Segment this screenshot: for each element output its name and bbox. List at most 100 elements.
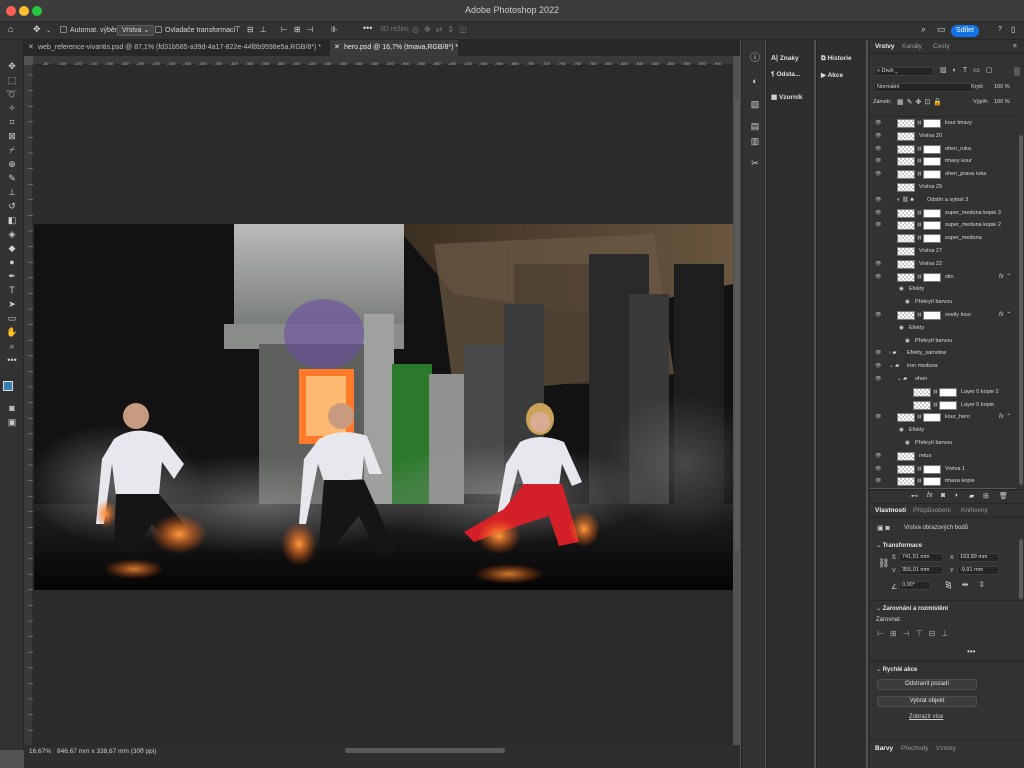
adjustment-layer-icon[interactable]: ◐ xyxy=(955,492,959,499)
visibility-eye-icon[interactable]: 👁 xyxy=(875,363,881,369)
visibility-eye-icon[interactable]: 👁 xyxy=(875,350,881,356)
zoom-tool-icon[interactable]: ⌕ xyxy=(5,340,19,352)
mask-link-icon[interactable]: ⛓ xyxy=(917,478,922,483)
rectangle-tool-icon[interactable]: ▭ xyxy=(5,312,19,324)
mask-link-icon[interactable]: ⛓ xyxy=(933,402,938,407)
layer-row[interactable]: 👁 ⌄ ▰ iron meduna xyxy=(869,360,1017,373)
visibility-eye-icon[interactable]: 👁 xyxy=(875,171,881,177)
close-tab-icon[interactable]: ✕ xyxy=(334,40,340,56)
edit-toolbar-icon[interactable]: ••• xyxy=(5,354,19,366)
layers-scrollbar[interactable] xyxy=(1019,135,1023,485)
x-field[interactable]: 193,89 mm xyxy=(957,553,999,562)
layer-row[interactable]: 👁 ⛓ kour_hero fx ⌃ xyxy=(869,411,1017,424)
quick-mask-icon[interactable]: ◙ xyxy=(5,402,19,414)
tools-icon[interactable]: ✂ xyxy=(748,157,762,169)
tab-libraries[interactable]: Knihovny xyxy=(961,507,988,514)
blur-tool-icon[interactable]: ◆ xyxy=(5,242,19,254)
pen-tool-icon[interactable]: ✒ xyxy=(5,270,19,282)
eyedropper-tool-icon[interactable]: ⌿ xyxy=(5,144,19,156)
layer-filter-icons[interactable]: ▨◐T▭▢ xyxy=(940,66,998,74)
add-mask-icon[interactable]: ◙ xyxy=(941,492,945,499)
transform-section[interactable]: Transformace xyxy=(876,542,922,549)
zoom-level[interactable]: 16,67% xyxy=(29,748,51,755)
layer-mask-thumbnail[interactable] xyxy=(923,157,941,167)
filter-toggle[interactable] xyxy=(1014,67,1020,76)
flip-icons[interactable]: ⧎⇹⇳ xyxy=(945,580,995,589)
layer-row[interactable]: 👁 › ▰ Efekty_samotne xyxy=(869,347,1017,360)
effect-eye-icon[interactable]: ◉ xyxy=(905,440,910,446)
move-tool-icon[interactable]: ✥ xyxy=(33,24,41,35)
screen-mode-icon[interactable]: ▣ xyxy=(5,416,19,428)
eraser-tool-icon[interactable]: ◧ xyxy=(5,214,19,226)
horizontal-scrollbar[interactable] xyxy=(345,748,505,753)
healing-brush-tool-icon[interactable]: ⊕ xyxy=(5,158,19,170)
mask-link-icon[interactable]: ⛓ xyxy=(917,274,922,279)
layer-row[interactable]: 👁 ⛓ Vrstva 1 xyxy=(869,463,1017,476)
layer-row[interactable]: ◉ Efekty xyxy=(869,322,1017,335)
more-options-icon[interactable]: ••• xyxy=(363,23,372,33)
share-button[interactable]: Sdílet xyxy=(951,25,979,37)
panel-toggle-icon[interactable]: ▯ xyxy=(1011,25,1015,34)
fill-value[interactable]: 100 % xyxy=(994,99,1010,105)
search-icon[interactable]: ⌕ xyxy=(921,24,926,35)
crop-tool-icon[interactable]: ⌗ xyxy=(5,116,19,128)
hand-tool-icon[interactable]: ✋ xyxy=(5,326,19,338)
layer-mask-thumbnail[interactable] xyxy=(923,208,941,218)
clone-stamp-tool-icon[interactable]: ⊥ xyxy=(5,186,19,198)
doc-tab-hero[interactable]: ✕ hero.psd @ 16,7% (tmava,RGB/8*) * xyxy=(330,40,458,56)
visibility-eye-icon[interactable]: 👁 xyxy=(875,133,881,139)
layer-row[interactable]: 👁 ⛓ ohen_prava ruka xyxy=(869,168,1017,181)
layer-mask-thumbnail[interactable] xyxy=(923,477,941,487)
y-field[interactable]: -9,91 mm xyxy=(957,566,999,575)
mask-link-icon[interactable]: ⛓ xyxy=(917,120,922,125)
mask-link-icon[interactable]: ⛓ xyxy=(917,222,922,227)
layer-row[interactable]: 👁 ⛓ tmava kopie xyxy=(869,475,1017,488)
add-style-icon[interactable]: fx xyxy=(927,492,932,499)
layer-mask-thumbnail[interactable] xyxy=(923,234,941,244)
mask-link-icon[interactable]: ⛓ xyxy=(917,312,922,317)
close-tab-icon[interactable]: ✕ xyxy=(28,40,34,56)
panel-menu-icon[interactable]: ≡ xyxy=(1013,43,1017,50)
foreground-color-swatch[interactable] xyxy=(3,381,13,391)
height-field[interactable]: 355,01 mm xyxy=(899,566,943,575)
mask-link-icon[interactable]: ⛓ xyxy=(917,171,922,176)
lasso-tool-icon[interactable]: ➰ xyxy=(5,88,19,100)
visibility-eye-icon[interactable]: 👁 xyxy=(875,261,881,267)
layer-row[interactable]: ◉ Překrytí barvou xyxy=(869,437,1017,450)
folder-icon[interactable]: › ▰ xyxy=(889,350,897,356)
tab-patterns[interactable]: Vzorky xyxy=(936,745,956,752)
align-icons[interactable]: ⊢⊞⊣⊤⊟⊥ xyxy=(877,629,954,638)
link-dimensions-icon[interactable]: ⛓ xyxy=(878,558,889,569)
dodge-tool-icon[interactable]: ● xyxy=(5,256,19,268)
type-tool-icon[interactable]: T xyxy=(5,284,19,296)
angle-field[interactable]: 0,00° xyxy=(899,581,931,590)
help-icon[interactable]: ? xyxy=(998,26,1002,33)
mask-link-icon[interactable]: ⛓ xyxy=(917,235,922,240)
visibility-eye-icon[interactable]: 👁 xyxy=(875,120,881,126)
layer-row[interactable]: 👁 retus xyxy=(869,450,1017,463)
path-selection-tool-icon[interactable]: ➤ xyxy=(5,298,19,310)
libraries-icon[interactable]: ▤ xyxy=(748,120,762,132)
layer-mask-thumbnail[interactable] xyxy=(923,144,941,154)
mask-link-icon[interactable]: ⛓ xyxy=(917,146,922,151)
mask-link-icon[interactable]: ⛓ xyxy=(917,466,922,471)
layer-row[interactable]: 👁 ⛓ super_meduna kopie 2 xyxy=(869,219,1017,232)
layer-row[interactable]: Vrstva 27 xyxy=(869,245,1017,258)
layer-row[interactable]: 👁 ⛓ super_meduna kopie 3 xyxy=(869,207,1017,220)
lock-icons[interactable]: ▦✎✥⊡🔒 xyxy=(897,98,945,106)
align-section[interactable]: Zarovnání a rozmístění xyxy=(876,605,948,612)
paragraph-panel-tab[interactable]: ¶ Odsta... xyxy=(771,71,800,78)
frame-tool-icon[interactable]: ⊠ xyxy=(5,130,19,142)
layer-row[interactable]: 👁 ⛓ kour tmavy xyxy=(869,117,1017,130)
visibility-eye-icon[interactable]: 👁 xyxy=(875,414,881,420)
image-icon[interactable]: ▧ xyxy=(748,98,762,110)
layer-row[interactable]: 👁 Vrstva 20 xyxy=(869,130,1017,143)
tab-adjustments[interactable]: Přizpůsobení xyxy=(913,507,951,514)
layer-mask-thumbnail[interactable] xyxy=(923,413,941,423)
tab-color[interactable]: Barvy xyxy=(875,745,893,752)
history-panel-tab[interactable]: ⧉ Historie xyxy=(821,55,852,63)
new-layer-icon[interactable]: ⊞ xyxy=(983,492,989,500)
layer-filter-kind[interactable]: ⌕ Druh ⌄ xyxy=(874,67,934,76)
quick-actions-section[interactable]: Rychlé akce xyxy=(876,666,918,673)
folder-icon[interactable]: ⌄ ▰ xyxy=(897,376,907,382)
